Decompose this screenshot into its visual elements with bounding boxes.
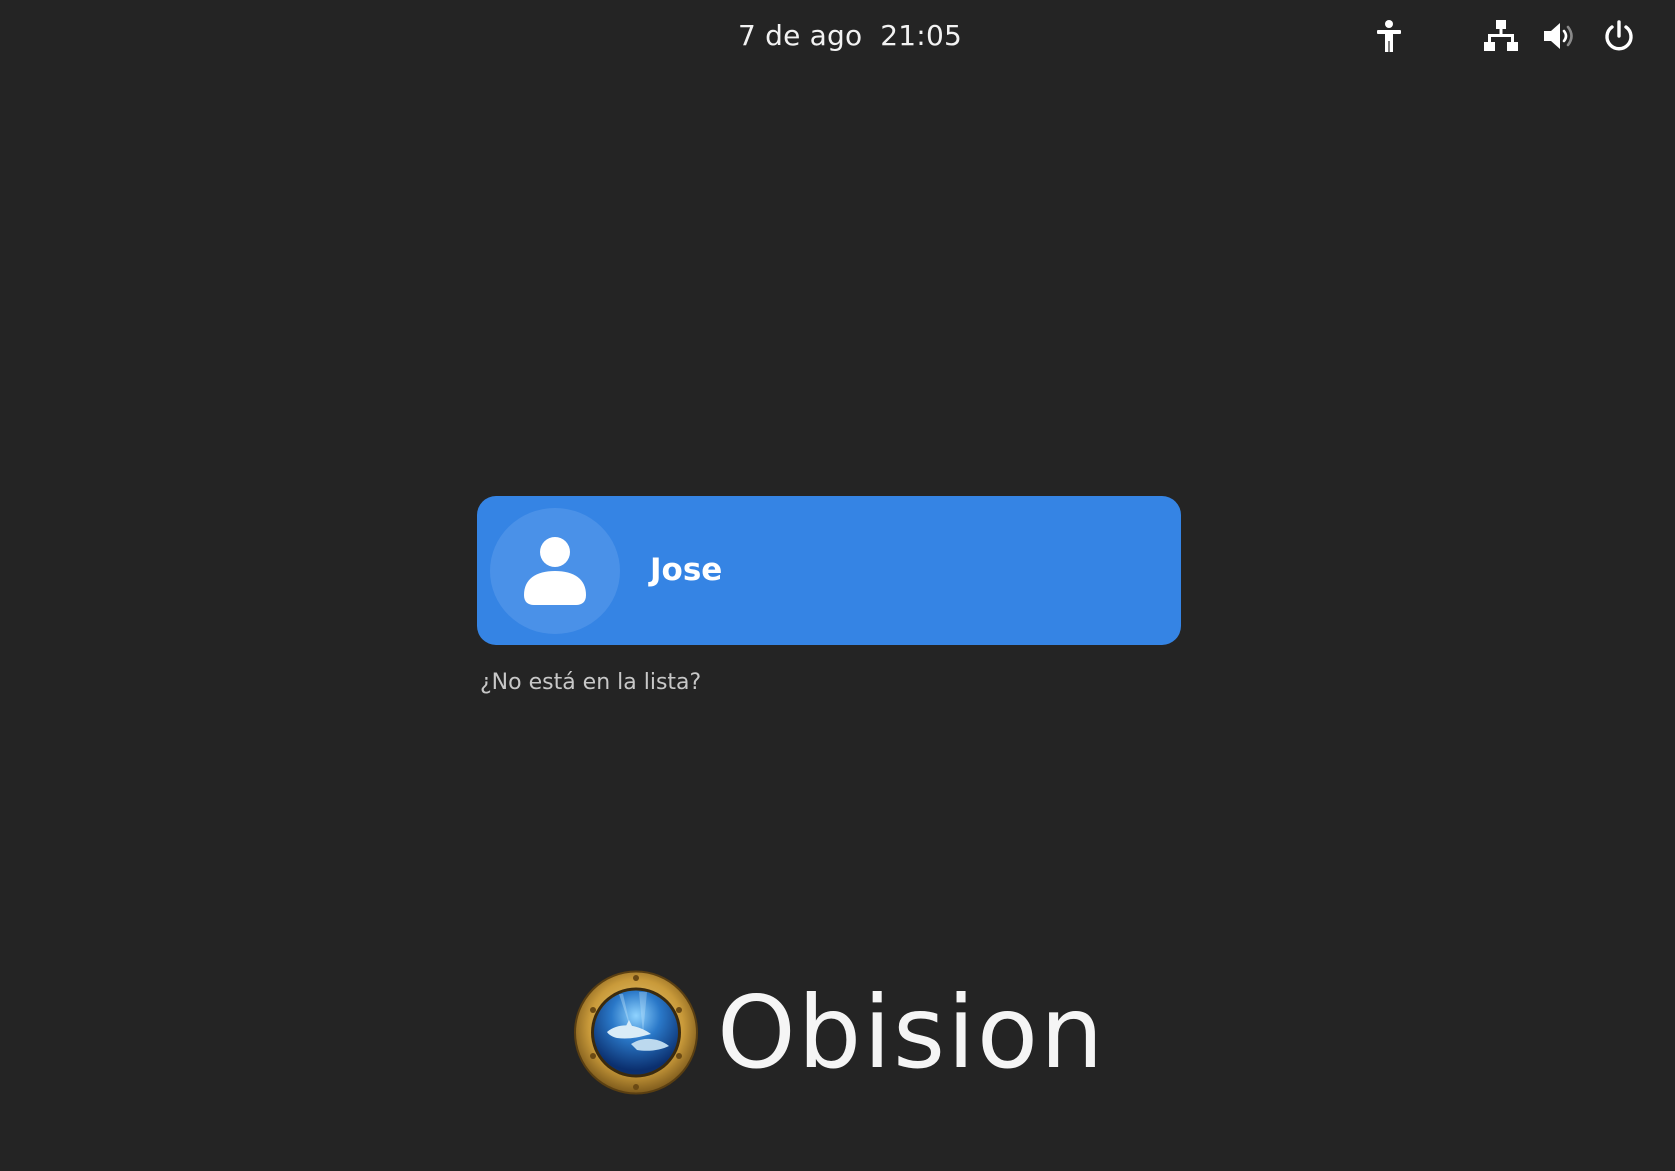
date-label: 7 de ago — [738, 19, 863, 52]
distro-name: Obision — [717, 974, 1106, 1091]
network-wired-icon[interactable] — [1481, 16, 1521, 56]
not-listed-button[interactable]: ¿No está en la lista? — [480, 666, 701, 700]
accessibility-icon[interactable] — [1369, 16, 1409, 56]
user-list-item-jose[interactable]: Jose — [477, 496, 1181, 645]
date-time-button[interactable]: 7 de ago 21:05 — [738, 16, 962, 56]
top-bar: 7 de ago 21:05 — [0, 0, 1675, 74]
time-label: 21:05 — [880, 19, 962, 52]
user-name-label: Jose — [650, 552, 723, 588]
porthole-dolphins-logo — [574, 970, 698, 1095]
power-icon[interactable] — [1599, 16, 1639, 56]
volume-icon[interactable] — [1540, 16, 1580, 56]
user-avatar-icon — [490, 508, 620, 634]
distro-logo: Obision — [573, 970, 1105, 1095]
login-screen: 7 de ago 21:05 Jose ¿No está en la lista… — [0, 0, 1675, 1171]
